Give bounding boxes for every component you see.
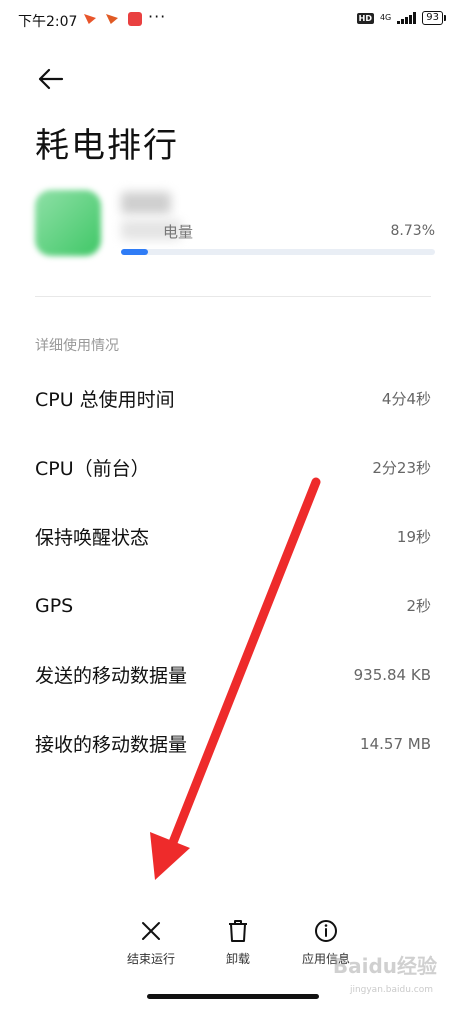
section-title: 详细使用情况	[35, 338, 119, 354]
status-time: 下午2:07	[18, 14, 78, 30]
notification-icons	[84, 12, 142, 26]
back-arrow-icon	[38, 68, 64, 90]
detail-label: 接收的移动数据量	[35, 734, 188, 756]
usage-progress-bar	[121, 249, 435, 255]
bottom-action-bar: 结束运行 卸载 应用信息	[108, 918, 370, 967]
detail-row-cpu-total: CPU 总使用时间 4分4秒	[35, 364, 431, 433]
app-usage-summary: 电量 8.73%	[35, 190, 435, 260]
uninstall-button[interactable]: 卸载	[194, 918, 282, 967]
page-title: 耗电排行	[35, 126, 179, 166]
watermark-url: jingyan.baidu.com	[349, 985, 433, 995]
more-notifications-icon: ···	[148, 7, 167, 26]
info-icon	[315, 920, 337, 942]
detail-list: CPU 总使用时间 4分4秒 CPU（前台） 2分23秒 保持唤醒状态 19秒 …	[35, 364, 431, 778]
detail-value: 2分23秒	[372, 459, 431, 477]
detail-row-mobile-data-sent: 发送的移动数据量 935.84 KB	[35, 640, 431, 709]
detail-label: GPS	[35, 594, 74, 617]
usage-percent: 8.73%	[390, 223, 435, 239]
close-icon	[142, 922, 160, 940]
detail-label: 发送的移动数据量	[35, 665, 188, 687]
force-stop-label: 结束运行	[126, 952, 175, 966]
status-bar: 下午2:07 ··· HD 4G 93	[0, 0, 465, 40]
detail-row-gps: GPS 2秒	[35, 571, 431, 640]
detail-label: 保持唤醒状态	[35, 527, 150, 549]
signal-icon	[397, 12, 417, 24]
force-stop-button[interactable]: 结束运行	[108, 918, 194, 967]
app-name-redacted	[121, 192, 171, 214]
watermark-logo: Baidu经验	[332, 954, 437, 978]
notification-flag-icon	[84, 14, 96, 24]
battery-icon: 93	[422, 11, 446, 25]
detail-value: 19秒	[396, 528, 431, 546]
detail-value: 14.57 MB	[360, 734, 431, 753]
usage-label: 电量	[163, 223, 194, 241]
detail-label: CPU 总使用时间	[35, 389, 175, 411]
detail-row-keep-awake: 保持唤醒状态 19秒	[35, 502, 431, 571]
detail-value: 4分4秒	[381, 390, 431, 408]
usage-progress-fill	[121, 249, 149, 255]
detail-label: CPU（前台）	[35, 458, 150, 480]
network-type: 4G	[379, 13, 392, 22]
detail-row-cpu-foreground: CPU（前台） 2分23秒	[35, 433, 431, 502]
notification-app-icon	[128, 12, 142, 26]
back-button[interactable]	[36, 64, 66, 94]
home-indicator[interactable]	[147, 994, 319, 999]
trash-icon	[229, 920, 247, 942]
hd-voice-icon: HD	[356, 12, 374, 24]
app-icon	[35, 190, 101, 256]
divider	[35, 296, 431, 297]
notification-flag-icon	[106, 14, 118, 24]
status-indicators: HD 4G 93	[356, 11, 446, 25]
detail-value: 2秒	[406, 597, 431, 615]
detail-row-mobile-data-received: 接收的移动数据量 14.57 MB	[35, 709, 431, 778]
uninstall-label: 卸载	[225, 952, 250, 966]
detail-value: 935.84 KB	[353, 665, 431, 684]
